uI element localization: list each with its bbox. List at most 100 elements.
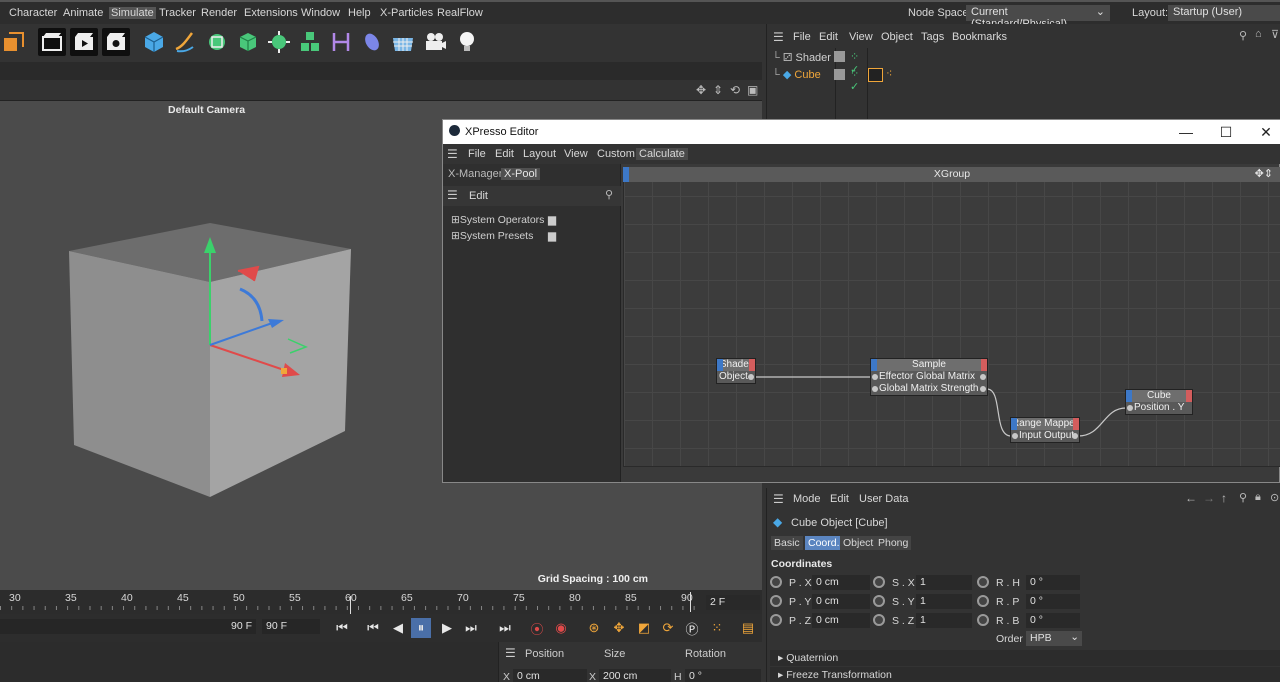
rotation-h-field[interactable]: 0 ° [685,669,761,682]
node-shader[interactable]: Shader Object [716,358,756,384]
record-icon[interactable]: ⦿ [527,618,547,638]
menu-character[interactable]: Character [9,7,57,19]
max-frame-field[interactable]: 90 F [262,619,320,634]
node-header[interactable]: Sample [871,359,987,371]
node-range-mapper[interactable]: Range Mapper Input Output [1010,417,1080,443]
min-frame-field[interactable]: 90 F [0,619,256,634]
p-x-field[interactable]: 0 cm [812,575,870,590]
search-icon[interactable]: ⚲ [1239,491,1247,504]
s-z-field[interactable]: 1 [916,613,972,628]
object-row-cube[interactable]: └ ◆ Cube ⁘✓ ⁖ [772,68,892,93]
p-z-field[interactable]: 0 cm [812,613,870,628]
next-frame-icon[interactable]: ▶ [437,618,457,638]
home-icon[interactable]: ⌂ [1255,28,1262,40]
prev-frame-icon[interactable]: ◀ [388,618,408,638]
layout-view-icon[interactable]: ▣ [747,83,758,97]
keyframe-radio[interactable] [770,595,782,607]
playhead[interactable] [350,596,351,614]
port-dot[interactable] [1012,433,1018,439]
om-menu-object[interactable]: Object [881,31,913,43]
node-port-row[interactable]: Input Output [1011,430,1079,442]
floor-icon[interactable] [389,28,417,56]
om-menu-tags[interactable]: Tags [921,31,944,43]
autokey-icon[interactable]: ◉ [551,618,571,638]
prev-key-icon[interactable]: ⏮ [363,618,383,638]
menu-window[interactable]: Window [301,7,340,19]
keyframe-radio[interactable] [873,576,885,588]
keyframe-radio[interactable] [873,614,885,626]
hamburger-icon[interactable]: ☰ [773,30,784,44]
rotation-key-icon[interactable]: ⟳ [658,618,678,638]
size-x-field[interactable]: 200 cm [599,669,671,682]
node-header[interactable]: Cube [1126,390,1192,402]
move-view-icon[interactable]: ✥ [696,83,706,97]
node-cube[interactable]: Cube Position . Y [1125,389,1193,415]
object-name[interactable]: Cube [794,69,820,81]
keyframe-radio[interactable] [977,576,989,588]
extrude-icon[interactable] [234,28,262,56]
r-p-field[interactable]: 0 ° [1026,594,1080,609]
layout-select[interactable]: Startup (User) [1168,5,1280,21]
pen-spline-icon[interactable] [171,28,199,56]
film-icon[interactable]: ▤ [738,618,758,638]
object-name[interactable]: Shader [795,52,830,64]
cloner-icon[interactable] [265,28,293,56]
s-y-field[interactable]: 1 [916,594,972,609]
subdivision-icon[interactable] [203,28,231,56]
render-to-picture-viewer-icon[interactable] [70,28,98,56]
keyframe-selection-icon[interactable]: ⊛ [584,618,604,638]
lock-icon[interactable]: 🔒︎ [1255,491,1261,504]
go-to-end-icon[interactable]: ⏭ [495,618,515,638]
keyframe-radio[interactable] [873,595,885,607]
port-dot[interactable] [980,374,986,380]
node-port-row[interactable]: Global Matrix Strength [871,383,987,395]
keyframe-radio[interactable] [770,576,782,588]
pause-icon[interactable]: ⏸ [411,618,431,638]
port-dot[interactable] [1127,405,1133,411]
section-quaternion[interactable]: ▸ Quaternion [770,650,1280,666]
camera-icon[interactable] [421,28,449,56]
menu-x-particles[interactable]: X-Particles [380,7,433,19]
menu-extensions[interactable]: Extensions [244,7,298,19]
field-icon[interactable] [358,28,386,56]
om-menu-edit[interactable]: Edit [819,31,838,43]
hamburger-icon[interactable]: ☰ [505,646,516,660]
light-icon[interactable] [453,28,481,56]
search-icon[interactable]: ⚲ [1239,29,1247,42]
s-x-field[interactable]: 1 [916,575,972,590]
om-menu-file[interactable]: File [793,31,811,43]
node-space-select[interactable]: Current (Standard/Physical) ⌄ [966,5,1110,30]
port-dot[interactable] [872,374,878,380]
tag-dots-icon[interactable]: ⁖ [886,67,892,80]
tab-basic[interactable]: Basic [771,536,803,550]
om-menu-bookmarks[interactable]: Bookmarks [952,31,1007,43]
parameter-key-icon[interactable]: Ⓟ [682,618,702,638]
am-menu-user-data[interactable]: User Data [859,493,909,505]
xpresso-tag-icon[interactable] [868,68,883,82]
keyframe-radio[interactable] [770,614,782,626]
keyframe-radio[interactable] [977,614,989,626]
node-port-row[interactable]: Effector Global Matrix [871,371,987,383]
cube-icon[interactable] [140,28,168,56]
visibility-check-icon[interactable]: ⁘✓ [850,67,859,93]
current-frame-field[interactable]: 2 F [706,595,760,610]
up-arrow-icon[interactable]: ↑ [1221,491,1227,505]
tab-phong[interactable]: Phong [875,536,912,550]
node-port-row[interactable]: Position . Y [1126,402,1192,414]
position-x-field[interactable]: 0 cm [513,669,587,682]
order-select[interactable]: HPB ⌄ [1026,631,1082,646]
r-h-field[interactable]: 0 ° [1026,575,1080,590]
next-key-icon[interactable]: ⏭ [461,618,481,638]
deformer-icon[interactable] [327,28,355,56]
render-settings-icon[interactable] [102,28,130,56]
tab-coord[interactable]: Coord. [805,536,843,550]
layer-icon[interactable] [834,69,845,80]
back-arrow-icon[interactable]: ← [1185,491,1197,505]
menu-tracker[interactable]: Tracker [159,7,196,19]
render-view-icon[interactable] [38,28,66,56]
menu-animate[interactable]: Animate [63,7,103,19]
hamburger-icon[interactable]: ☰ [773,492,784,506]
menu-render[interactable]: Render [201,7,237,19]
menu-help[interactable]: Help [348,7,371,19]
r-b-field[interactable]: 0 ° [1026,613,1080,628]
